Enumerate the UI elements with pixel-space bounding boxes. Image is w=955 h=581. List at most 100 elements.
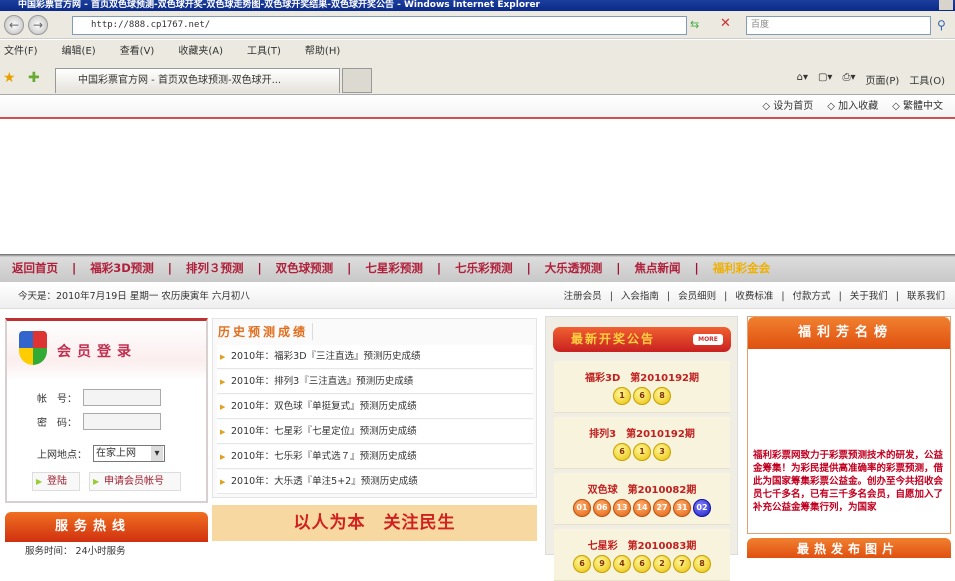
search-icon[interactable]: ⚲ bbox=[937, 18, 946, 32]
payment-link[interactable]: 付款方式 bbox=[793, 284, 831, 309]
menu-file[interactable]: 文件(F) bbox=[4, 40, 38, 64]
nav-home[interactable]: 返回首页 bbox=[12, 260, 58, 276]
page-menu[interactable]: 页面(P) bbox=[865, 72, 899, 87]
traditional-chinese-link[interactable]: ◇ 繁體中文 bbox=[892, 96, 943, 117]
window-title: 中国彩票官方网 - 首页双色球预测-双色球开奖-双色球走势图-双色球开奖结果-双… bbox=[18, 0, 540, 10]
hot-pictures-header: 最热发布图片 bbox=[747, 538, 951, 558]
date-bar: 今天是：2010年7月19日 星期一 农历庚寅年 六月初八 注册会员 | 入会指南… bbox=[0, 284, 955, 309]
draw-name: 七星彩 第2010083期 bbox=[587, 541, 697, 552]
number-ball: 6 bbox=[633, 555, 651, 573]
fees-link[interactable]: 收费标准 bbox=[735, 284, 773, 309]
number-ball: 13 bbox=[613, 499, 631, 517]
draw-name: 排列3 第2010192期 bbox=[589, 429, 695, 440]
home-icon[interactable]: ⌂▾ bbox=[797, 72, 808, 87]
number-ball: 8 bbox=[693, 555, 711, 573]
history-title: 历史预测成绩 bbox=[218, 323, 314, 340]
number-ball: 31 bbox=[673, 499, 691, 517]
nav-pl3[interactable]: 排列３预测 bbox=[186, 260, 244, 276]
register-link[interactable]: 注册会员 bbox=[564, 284, 602, 309]
number-ball: 27 bbox=[653, 499, 671, 517]
separator: | bbox=[609, 291, 613, 302]
separator: | bbox=[666, 291, 671, 302]
browser-tab[interactable]: 中国彩票官方网 - 首页双色球预测-双色球开... bbox=[55, 68, 340, 93]
history-item[interactable]: 2010年：七乐彩『单式选７』预测历史成绩 bbox=[217, 445, 533, 469]
draw-title: 最新开奖公告 bbox=[571, 332, 656, 346]
blue-ball: 02 bbox=[693, 499, 711, 517]
main-nav: 返回首页 | 福彩3D预测 | 排列３预测 | 双色球预测 | 七星彩预测 | 七乐彩预测… bbox=[0, 254, 955, 282]
feeds-icon[interactable]: ▢▾ bbox=[818, 72, 832, 87]
service-hotline-header: 服务热线 bbox=[5, 512, 208, 542]
draw-name: 福彩3D 第2010192期 bbox=[585, 373, 699, 384]
menu-help[interactable]: 帮助(H) bbox=[305, 40, 340, 64]
draw-result: 七星彩 第2010083期 6 9 4 6 2 7 8 bbox=[554, 529, 730, 581]
history-item[interactable]: 2010年：排列3『三注直选』预测历史成绩 bbox=[217, 370, 533, 394]
set-homepage-link[interactable]: ◇ 设为首页 bbox=[762, 96, 813, 117]
today-date: 今天是：2010年7月19日 星期一 农历庚寅年 六月初八 bbox=[18, 291, 250, 302]
draw-name: 双色球 第2010082期 bbox=[587, 485, 697, 496]
separator: | bbox=[724, 291, 728, 302]
honor-roll-text: 福利彩票网致力于彩票预测技术的研发，公益金筹集！为彩民提供高准确率的彩票预测，借… bbox=[753, 450, 944, 513]
separator: | bbox=[838, 291, 842, 302]
window-close-button[interactable] bbox=[939, 0, 953, 10]
history-item[interactable]: 2010年：七星彩『七星定位』预测历史成绩 bbox=[217, 420, 533, 444]
add-favorite-link[interactable]: ◇ 加入收藏 bbox=[827, 96, 878, 117]
login-title: 会员登录 bbox=[57, 344, 137, 360]
refresh-icon[interactable]: ⇆ bbox=[690, 18, 699, 31]
favorites-star-icon[interactable]: ★ bbox=[3, 70, 16, 86]
menu-edit[interactable]: 编辑(E) bbox=[62, 40, 96, 64]
login-button[interactable]: 登陆 bbox=[32, 472, 80, 491]
menu-favorites[interactable]: 收藏夹(A) bbox=[178, 40, 223, 64]
honor-roll-title: 福利芳名榜 bbox=[798, 325, 894, 340]
window-title-bar: 中国彩票官方网 - 首页双色球预测-双色球开奖-双色球走势图-双色球开奖结果-双… bbox=[0, 0, 955, 11]
number-ball: 14 bbox=[633, 499, 651, 517]
forward-button[interactable]: → bbox=[28, 15, 48, 35]
menu-view[interactable]: 查看(V) bbox=[120, 40, 155, 64]
nav-ssq[interactable]: 双色球预测 bbox=[276, 260, 334, 276]
location-select[interactable]: 在家上网 bbox=[93, 445, 165, 462]
tab-title: 中国彩票官方网 - 首页双色球预测-双色球开... bbox=[78, 75, 282, 86]
search-input[interactable]: 百度 bbox=[746, 16, 931, 35]
menu-tools[interactable]: 工具(T) bbox=[247, 40, 281, 64]
shield-icon bbox=[19, 331, 47, 365]
latest-draw-panel: 最新开奖公告 MORE 福彩3D 第2010192期 1 6 8 排列3 第2010192… bbox=[545, 316, 738, 581]
number-ball: 2 bbox=[653, 555, 671, 573]
number-ball: 01 bbox=[573, 499, 591, 517]
nav-qlc[interactable]: 七乐彩预测 bbox=[455, 260, 513, 276]
nav-qxc[interactable]: 七星彩预测 bbox=[365, 260, 423, 276]
print-icon[interactable]: ⎙▾ bbox=[842, 72, 855, 87]
new-tab-button[interactable] bbox=[342, 68, 372, 93]
contact-link[interactable]: 联系我们 bbox=[907, 284, 945, 309]
number-ball: 6 bbox=[633, 387, 651, 405]
more-button[interactable]: MORE bbox=[693, 334, 723, 345]
register-account-button[interactable]: 申请会员帐号 bbox=[89, 472, 181, 491]
nav-dlt[interactable]: 大乐透预测 bbox=[545, 260, 603, 276]
stop-icon[interactable]: ✕ bbox=[720, 16, 731, 31]
address-bar[interactable]: http://888.cp1767.net/ bbox=[72, 16, 687, 35]
address-toolbar: ← → http://888.cp1767.net/ ⇆ ✕ 百度 ⚲ bbox=[0, 11, 955, 39]
number-ball: 9 bbox=[593, 555, 611, 573]
join-guide-link[interactable]: 入会指南 bbox=[621, 284, 659, 309]
service-title: 服务热线 bbox=[55, 519, 132, 534]
number-ball: 3 bbox=[653, 443, 671, 461]
add-favorites-icon[interactable]: ✚ bbox=[28, 70, 40, 86]
number-ball: 1 bbox=[613, 387, 631, 405]
history-item[interactable]: 2010年：双色球『单挺复式』预测历史成绩 bbox=[217, 395, 533, 419]
nav-3d[interactable]: 福彩3D预测 bbox=[90, 260, 154, 276]
history-item[interactable]: 2010年：福彩3D『三注直选』预测历史成绩 bbox=[217, 345, 533, 369]
about-link[interactable]: 关于我们 bbox=[850, 284, 888, 309]
history-item[interactable]: 2010年：大乐透『单注5+2』预测历史成绩 bbox=[217, 470, 533, 494]
account-input[interactable] bbox=[83, 389, 161, 406]
honor-roll-panel: 福利芳名榜 福利彩票网致力于彩票预测技术的研发，公益金筹集！为彩民提供高准确率的… bbox=[747, 316, 951, 534]
draw-result: 福彩3D 第2010192期 1 6 8 bbox=[554, 361, 730, 413]
separator: | bbox=[895, 291, 899, 302]
nav-news[interactable]: 焦点新闻 bbox=[634, 260, 680, 276]
member-rules-link[interactable]: 会员细则 bbox=[678, 284, 716, 309]
back-button[interactable]: ← bbox=[4, 15, 24, 35]
tab-bar: ★ ✚ 中国彩票官方网 - 首页双色球预测-双色球开... ⌂▾ ▢▾ ⎙▾ 页… bbox=[0, 64, 955, 95]
tools-menu[interactable]: 工具(O) bbox=[909, 72, 945, 87]
site-top-links: ◇ 设为首页 ◇ 加入收藏 ◇ 繁體中文 bbox=[0, 96, 955, 119]
nav-welfare[interactable]: 福利彩金会 bbox=[713, 260, 771, 276]
number-ball: 6 bbox=[573, 555, 591, 573]
location-label: 上网地点： bbox=[37, 450, 87, 461]
password-input[interactable] bbox=[83, 413, 161, 430]
